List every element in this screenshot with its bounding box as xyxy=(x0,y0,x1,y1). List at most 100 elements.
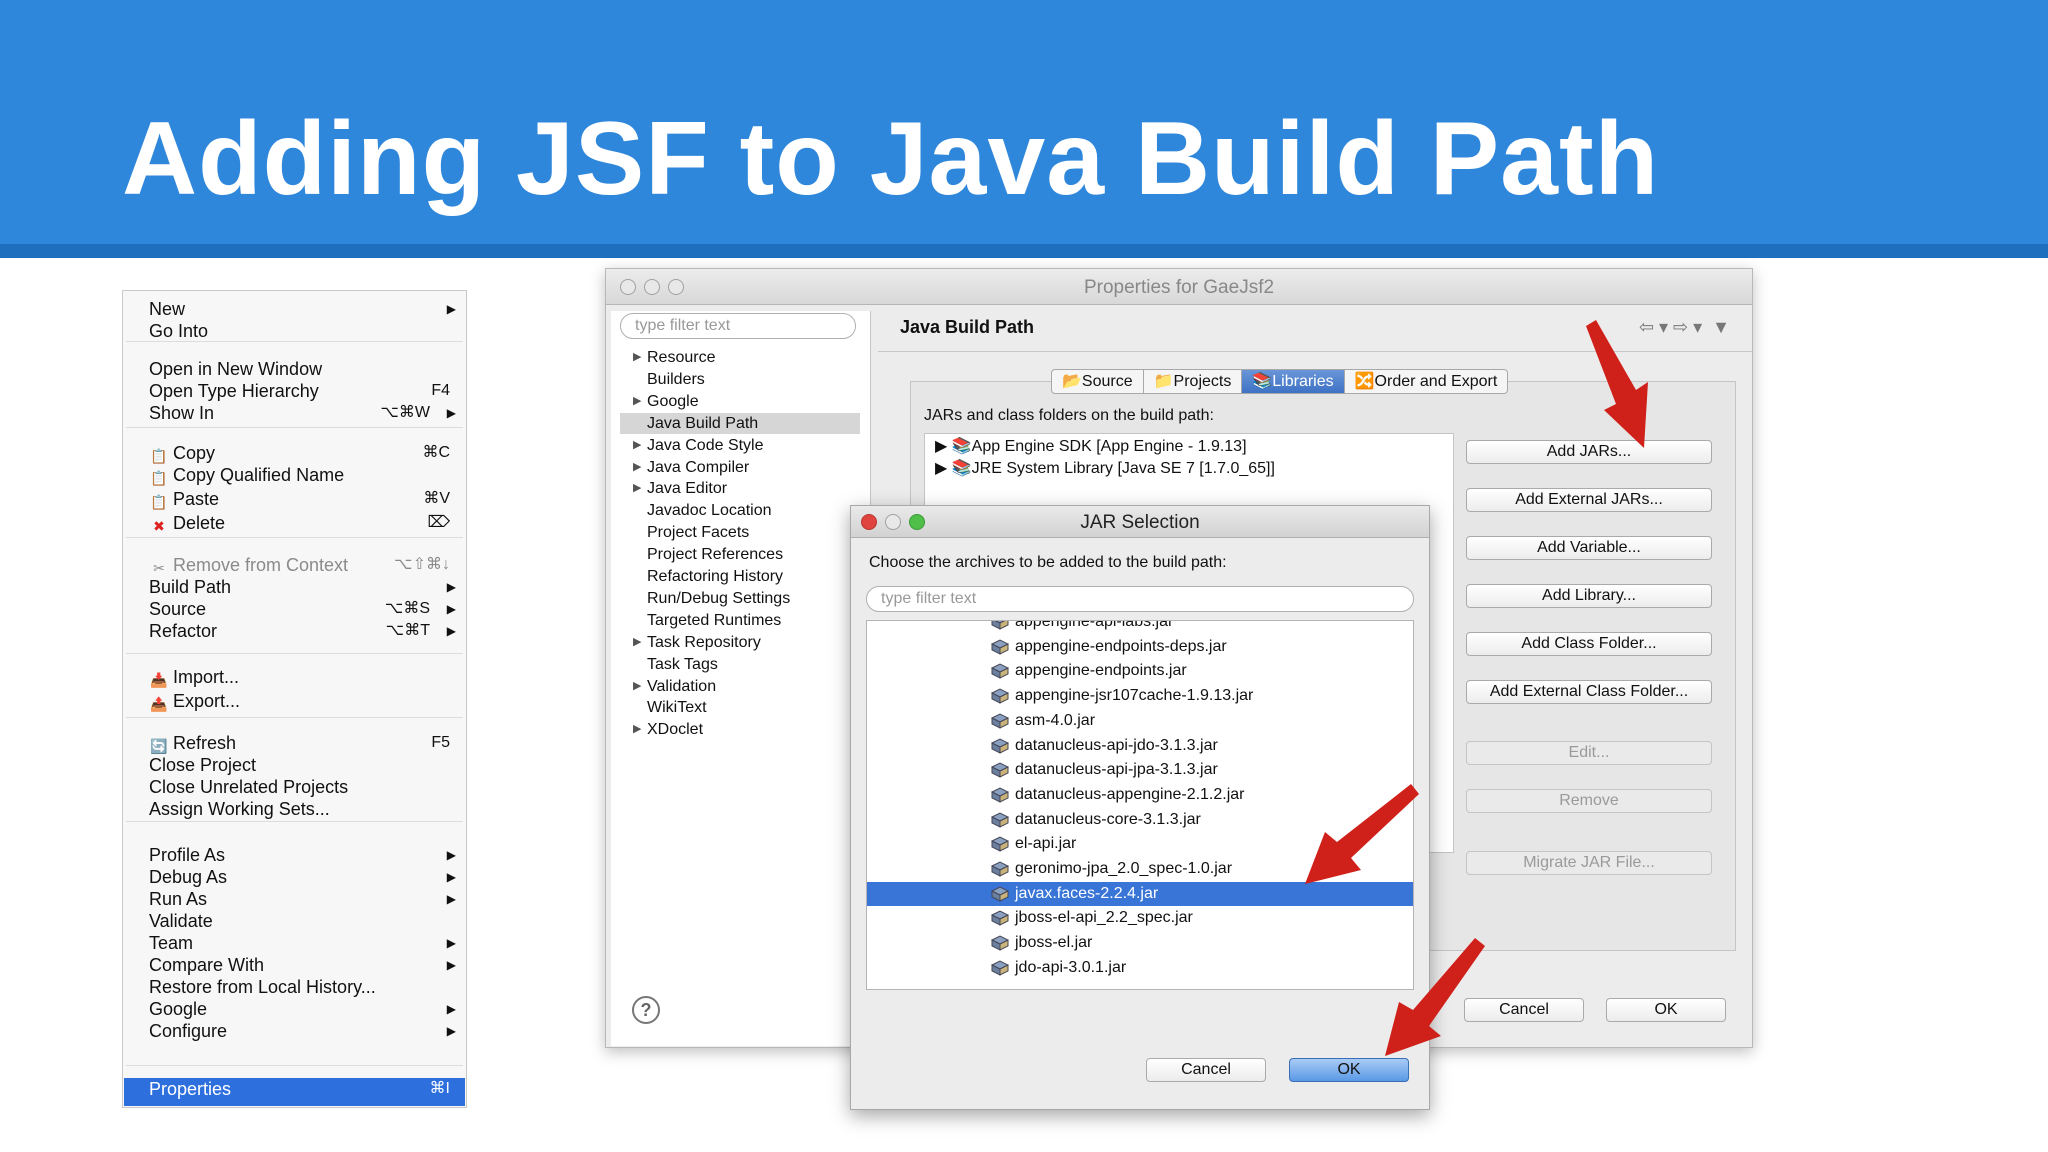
menu-item-build-path[interactable]: Build Path ▶ xyxy=(149,575,456,599)
add-library-button[interactable]: Add Library... xyxy=(1466,584,1712,608)
menu-item-profile-as[interactable]: Profile As ▶ xyxy=(149,843,456,867)
menu-item-copy-qualified-name[interactable]: 📋 Copy Qualified Name xyxy=(149,463,456,487)
menu-item-team[interactable]: Team ▶ xyxy=(149,931,456,955)
menu-item-import[interactable]: 📥 Import... xyxy=(149,665,456,689)
properties-ok-button[interactable]: OK xyxy=(1606,998,1726,1022)
help-icon[interactable]: ? xyxy=(632,996,660,1024)
jar-list-item[interactable]: appengine-endpoints.jar xyxy=(867,659,1413,683)
menu-item-label: Show In xyxy=(149,403,215,423)
tab-source[interactable]: 📂Source xyxy=(1052,370,1144,393)
menu-item-validate[interactable]: Validate xyxy=(149,909,456,933)
menu-item-source[interactable]: Source ⌥⌘S ▶ xyxy=(149,597,456,621)
tree-item[interactable]: Java Build Path xyxy=(620,412,860,434)
menu-item-assign-working-sets[interactable]: Assign Working Sets... xyxy=(149,797,456,821)
add-external-jars-button[interactable]: Add External JARs... xyxy=(1466,488,1712,512)
expand-arrow-icon[interactable]: ▶ xyxy=(633,391,641,412)
jar-list-item[interactable]: jdo-api-3.0.1.jar xyxy=(867,956,1413,980)
menu-item-shortcut: ⌥⌘S xyxy=(384,600,430,617)
menu-item-debug-as[interactable]: Debug As ▶ xyxy=(149,865,456,889)
jar-list-item[interactable]: datanucleus-api-jpa-3.1.3.jar xyxy=(867,758,1413,782)
menu-item-copy[interactable]: 📋 Copy ⌘C xyxy=(149,441,456,465)
menu-item-new[interactable]: New ▶ xyxy=(149,297,456,321)
menu-item-go-into[interactable]: Go Into xyxy=(149,319,456,343)
tree-item[interactable]: Builders xyxy=(620,369,860,390)
menu-item-paste[interactable]: 📋 Paste ⌘V xyxy=(149,487,456,511)
menu-item-compare-with[interactable]: Compare With ▶ xyxy=(149,953,456,977)
expand-arrow-icon[interactable]: ▶ xyxy=(633,676,641,697)
menu-item-open-in-new-window[interactable]: Open in New Window xyxy=(149,357,456,381)
tree-item[interactable]: Task Tags xyxy=(620,654,860,675)
menu-item-properties[interactable]: Properties ⌘I xyxy=(149,1077,456,1101)
add-variable-button[interactable]: Add Variable... xyxy=(1466,536,1712,560)
library-entry[interactable]: ▶ 📚App Engine SDK [App Engine - 1.9.13] xyxy=(935,436,1247,458)
expand-arrow-icon[interactable]: ▶ xyxy=(633,719,641,740)
tree-item[interactable]: Targeted Runtimes xyxy=(620,610,860,631)
tree-item[interactable]: ▶ Task Repository xyxy=(620,632,860,653)
tree-item[interactable]: ▶ Google xyxy=(620,391,860,412)
tab-projects[interactable]: 📁Projects xyxy=(1144,370,1243,393)
menu-item-remove-from-context[interactable]: ✂ Remove from Context ⌥⇧⌘↓ xyxy=(149,553,456,577)
library-entry[interactable]: ▶ 📚JRE System Library [Java SE 7 [1.7.0_… xyxy=(935,458,1275,480)
menu-item-label: Validate xyxy=(149,911,213,931)
menu-item-google[interactable]: Google ▶ xyxy=(149,997,456,1021)
menu-item-show-in[interactable]: Show In ⌥⌘W ▶ xyxy=(149,401,456,425)
library-icon: 📚 xyxy=(951,438,972,455)
submenu-arrow-icon: ▶ xyxy=(446,302,456,316)
menu-item-export[interactable]: 📤 Export... xyxy=(149,689,456,713)
submenu-arrow-icon: ▶ xyxy=(446,624,456,638)
add-class-folder-button[interactable]: Add Class Folder... xyxy=(1466,632,1712,656)
menu-item-run-as[interactable]: Run As ▶ xyxy=(149,887,456,911)
add-external-class-folder-button[interactable]: Add External Class Folder... xyxy=(1466,680,1712,704)
tree-item[interactable]: ▶ Java Editor xyxy=(620,478,860,499)
tab-order-export[interactable]: 🔀Order and Export xyxy=(1345,370,1508,393)
menu-item-label: New xyxy=(149,299,186,319)
tree-item[interactable]: ▶ Java Code Style xyxy=(620,435,860,456)
tab-libraries[interactable]: 📚Libraries xyxy=(1242,370,1345,393)
properties-titlebar: Properties for GaeJsf2 xyxy=(606,269,1752,305)
menu-separator xyxy=(126,653,463,654)
tree-item[interactable]: Project References xyxy=(620,544,860,565)
tree-item[interactable]: ▶ XDoclet xyxy=(620,719,860,740)
remove-button[interactable]: Remove xyxy=(1466,789,1712,813)
jar-list-item[interactable]: jboss-el-api_2.2_spec.jar xyxy=(867,906,1413,930)
menu-item-refresh[interactable]: 🔄 Refresh F5 xyxy=(149,731,456,755)
jar-list-item[interactable]: appengine-jsr107cache-1.9.13.jar xyxy=(867,684,1413,708)
menu-item-restore-from-local-history[interactable]: Restore from Local History... xyxy=(149,975,456,999)
menu-item-close-unrelated-projects[interactable]: Close Unrelated Projects xyxy=(149,775,456,799)
expand-arrow-icon[interactable]: ▶ xyxy=(633,435,641,456)
migrate-jar-button[interactable]: Migrate JAR File... xyxy=(1466,851,1712,875)
tree-item[interactable]: Refactoring History xyxy=(620,566,860,587)
menu-item-close-project[interactable]: Close Project xyxy=(149,753,456,777)
expand-arrow-icon[interactable]: ▶ xyxy=(633,632,641,653)
jar-cancel-button[interactable]: Cancel xyxy=(1146,1058,1266,1082)
tree-item[interactable]: ▶ Resource xyxy=(620,347,860,368)
expand-arrow-icon[interactable]: ▶ xyxy=(633,347,641,368)
properties-filter-input[interactable]: type filter text xyxy=(620,313,856,339)
menu-item-open-type-hierarchy[interactable]: Open Type Hierarchy F4 xyxy=(149,379,456,403)
jar-list-item[interactable]: datanucleus-api-jdo-3.1.3.jar xyxy=(867,734,1413,758)
jar-file-icon xyxy=(990,663,1010,680)
tree-item[interactable]: Javadoc Location xyxy=(620,500,860,521)
menu-item-configure[interactable]: Configure ▶ xyxy=(149,1019,456,1043)
edit-button[interactable]: Edit... xyxy=(1466,741,1712,765)
menu-item-delete[interactable]: ✖ Delete ⌦ xyxy=(149,511,456,535)
banner-stripe xyxy=(0,244,2048,258)
tree-item[interactable]: Project Facets xyxy=(620,522,860,543)
jar-list-item[interactable]: appengine-endpoints-deps.jar xyxy=(867,635,1413,659)
jar-list-item[interactable]: appengine-api-labs.jar xyxy=(867,621,1413,634)
jar-list-item[interactable]: asm-4.0.jar xyxy=(867,709,1413,733)
menu-item-icon: 🔄 xyxy=(150,738,168,754)
jar-ok-button[interactable]: OK xyxy=(1289,1058,1409,1082)
jar-filter-input[interactable]: type filter text xyxy=(866,586,1414,612)
expand-arrow-icon[interactable]: ▶ xyxy=(633,457,641,478)
tree-item-label: Project References xyxy=(647,546,784,564)
jar-list-item[interactable]: jboss-el.jar xyxy=(867,931,1413,955)
tree-item-label: Task Repository xyxy=(647,633,761,651)
tree-item[interactable]: ▶ Java Compiler xyxy=(620,457,860,478)
tree-item[interactable]: Run/Debug Settings xyxy=(620,588,860,609)
tree-item[interactable]: WikiText xyxy=(620,697,860,718)
expand-arrow-icon[interactable]: ▶ xyxy=(633,478,641,499)
tree-item[interactable]: ▶ Validation xyxy=(620,676,860,697)
menu-item-refactor[interactable]: Refactor ⌥⌘T ▶ xyxy=(149,619,456,643)
menu-item-label: Export... xyxy=(173,691,241,711)
